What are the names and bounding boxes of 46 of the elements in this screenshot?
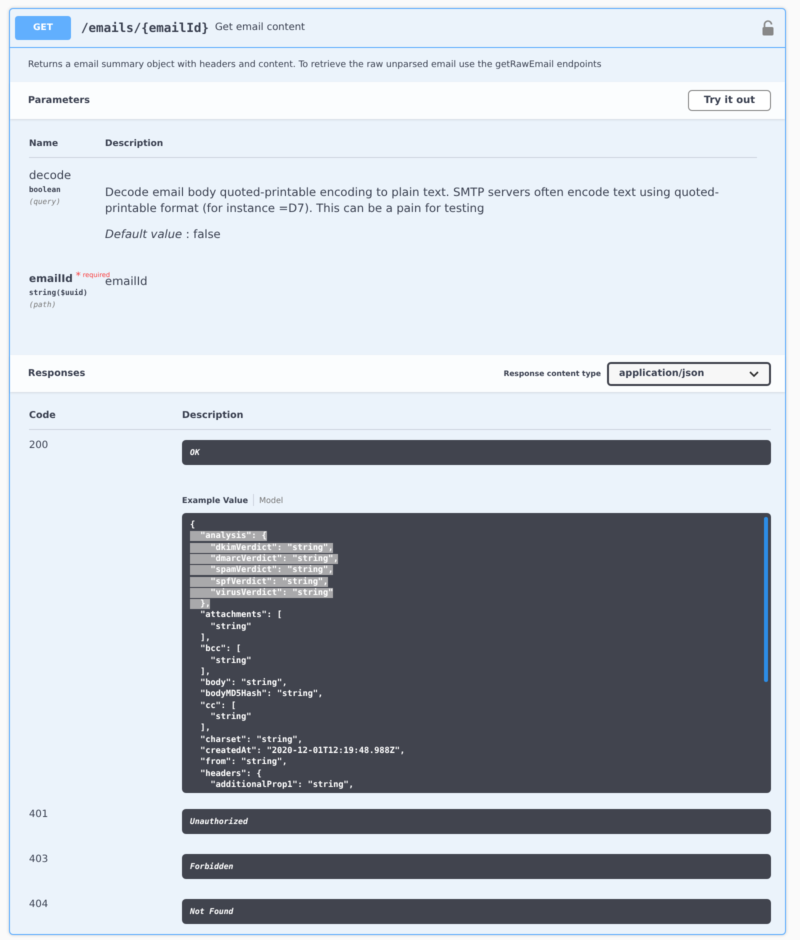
method-badge: GET <box>15 16 71 40</box>
code-line: "from": "string", <box>199 757 288 768</box>
code-line: "headers": { <box>199 768 262 779</box>
example-tab[interactable]: Model <box>259 496 284 505</box>
code-line: "bcc": [ <box>199 644 242 654</box>
code-line: "bodyMD5Hash": "string", <box>199 689 324 700</box>
response-code: 404 <box>29 899 50 912</box>
code-line: ], <box>199 632 210 643</box>
code-line: ], <box>199 723 210 734</box>
column-header: Description <box>182 410 244 422</box>
response-description: Forbidden <box>182 854 771 880</box>
response-code: 403 <box>29 854 50 868</box>
code-line: "additionalProp1": "string", <box>209 780 354 790</box>
example-tab[interactable]: Example Value <box>182 496 248 505</box>
chevron-down-icon <box>749 370 759 377</box>
endpoint-description: Returns a email summary object with headers and content. To retrieve the raw unparsed email use the getRawEmail endpoints <box>27 58 602 72</box>
parameter-name: decode <box>29 168 72 182</box>
response-code: 401 <box>29 809 50 822</box>
default-value-text: Default value : false <box>105 227 222 242</box>
code-line: "string" <box>209 656 252 666</box>
section-title: Responses <box>28 368 86 380</box>
code-line: "cc": [ <box>199 700 236 711</box>
parameter-name: emailId <box>29 273 73 286</box>
code-line: { <box>190 520 196 530</box>
response-description: OK <box>182 440 771 466</box>
response-code: 200 <box>29 440 50 454</box>
code-line: "body": "string", <box>199 678 288 688</box>
content-type-select[interactable]: application/json <box>607 362 771 386</box>
column-header: Code <box>29 410 57 422</box>
code-line: "string" <box>209 622 252 632</box>
section-title: Parameters <box>28 94 90 106</box>
code-line: "attachments": [ <box>199 610 282 620</box>
code-line: "charset": "string", <box>199 734 303 745</box>
code-line: ], <box>199 666 210 677</box>
parameter-description: Decode email body quoted-printable encoding to plain text. SMTP servers often encode text using quoted-printable format (for instance =D7). This can be a pain for testing <box>105 184 720 218</box>
code-line: "createdAt": "2020-12-01T12:19:48.988Z", <box>199 746 405 756</box>
endpoint-summary: Get email content <box>214 22 306 34</box>
column-header: Description <box>105 138 164 149</box>
response-description: Not Found <box>182 899 771 924</box>
code-line: "string" <box>209 712 252 722</box>
required-asterisk: * <box>76 271 81 282</box>
endpoint-path: /emails/{emailId} <box>81 20 209 36</box>
column-header: Name <box>29 138 60 149</box>
try-it-out-button[interactable]: Try it out <box>688 90 771 111</box>
response-description: Unauthorized <box>182 809 771 834</box>
lock-icon[interactable] <box>762 20 774 36</box>
